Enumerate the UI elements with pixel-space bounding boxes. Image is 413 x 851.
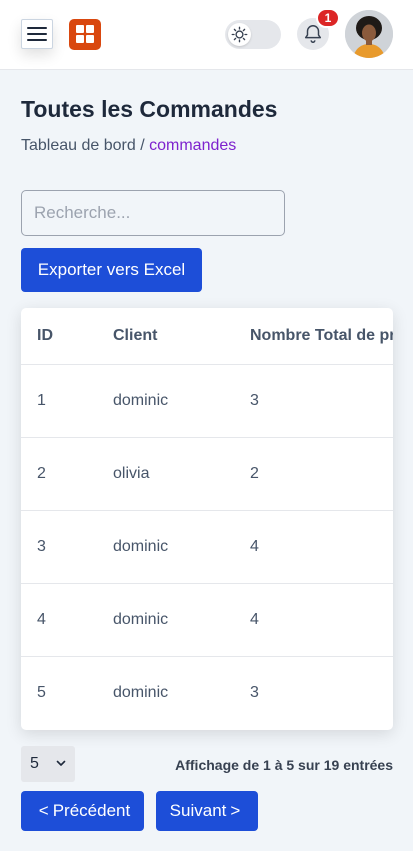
breadcrumb: Tableau de bord / commandes xyxy=(21,137,236,155)
breadcrumb-current: commandes xyxy=(149,137,237,154)
page-size-select[interactable]: 5 xyxy=(21,746,75,782)
previous-label: Précédent xyxy=(52,801,131,820)
user-avatar[interactable] xyxy=(345,10,393,58)
cell-client: dominic xyxy=(113,683,169,701)
search-input[interactable] xyxy=(21,190,285,236)
cell-total-products: 3 xyxy=(250,364,393,438)
chevron-left-icon: < xyxy=(38,801,49,820)
top-bar: 1 xyxy=(0,0,413,70)
table-row[interactable]: 4 dominic 4 xyxy=(21,583,393,657)
cell-total-products: 4 xyxy=(250,510,393,584)
sun-icon xyxy=(228,23,251,46)
logo-tile xyxy=(76,35,84,43)
logo-tile xyxy=(86,35,94,43)
chevron-down-icon xyxy=(56,760,66,766)
cell-total-products: 3 xyxy=(250,683,259,701)
cell-id: 1 xyxy=(21,364,113,438)
theme-toggle[interactable] xyxy=(225,20,281,49)
cell-id: 4 xyxy=(21,583,113,657)
logo-tile xyxy=(86,25,94,33)
breadcrumb-separator: / xyxy=(140,137,145,154)
table-row[interactable]: 5 dominic 3 xyxy=(21,656,393,729)
cell-client: olivia xyxy=(113,437,250,511)
cell-id: 5 xyxy=(37,683,46,701)
page-size-value: 5 xyxy=(30,755,39,772)
table-row[interactable]: 1 dominic 3 xyxy=(21,364,393,438)
cell-id: 2 xyxy=(21,437,113,511)
logo-tile xyxy=(76,25,84,33)
orders-table: ID Client Nombre Total de pr 1 dominic 3… xyxy=(21,308,393,730)
cell-total-products: 2 xyxy=(250,437,393,511)
cell-total-products: 4 xyxy=(250,583,393,657)
app-logo[interactable] xyxy=(69,19,101,50)
column-header-total-products[interactable]: Nombre Total de pr xyxy=(250,308,393,365)
export-excel-button[interactable]: Exporter vers Excel xyxy=(21,248,202,292)
hamburger-icon xyxy=(27,27,47,29)
page-title: Toutes les Commandes xyxy=(21,96,278,122)
hamburger-line xyxy=(27,39,47,41)
table-row[interactable]: 2 olivia 2 xyxy=(21,437,393,511)
column-header-id[interactable]: ID xyxy=(21,308,113,365)
hamburger-line xyxy=(27,33,47,35)
cell-client: dominic xyxy=(113,510,250,584)
next-page-button[interactable]: Suivant > xyxy=(156,791,258,831)
previous-page-button[interactable]: < Précédent xyxy=(21,791,144,831)
cell-client: dominic xyxy=(113,364,250,438)
table-row[interactable]: 3 dominic 4 xyxy=(21,510,393,584)
column-header-client[interactable]: Client xyxy=(113,308,250,365)
table-header-row: ID Client Nombre Total de pr xyxy=(21,308,393,365)
cell-client: dominic xyxy=(113,583,250,657)
menu-toggle-button[interactable] xyxy=(21,19,53,49)
chevron-right-icon: > xyxy=(230,801,241,820)
cell-id: 3 xyxy=(21,510,113,584)
notification-count-badge: 1 xyxy=(316,8,340,28)
pagination-info: Affichage de 1 à 5 sur 19 entrées xyxy=(175,757,393,773)
next-label: Suivant xyxy=(169,801,227,820)
breadcrumb-root-link[interactable]: Tableau de bord xyxy=(21,137,136,154)
